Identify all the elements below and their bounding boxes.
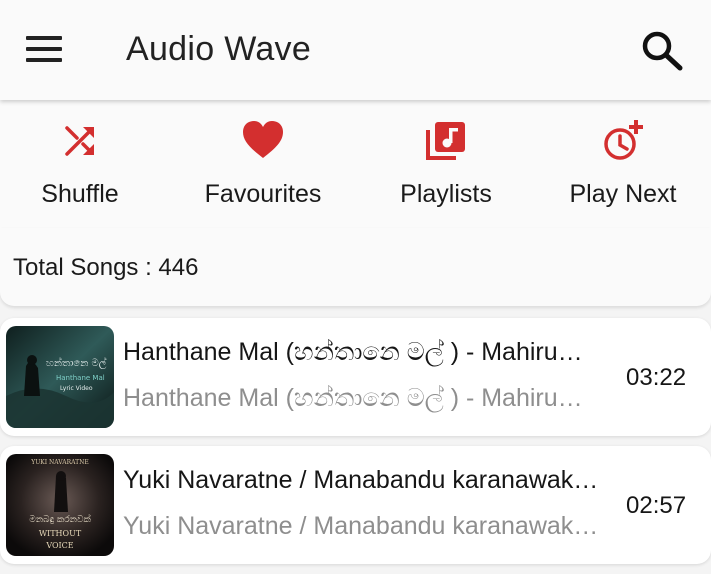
- album-art: YUKI NAVARATNE මනබඳු කරනවක් WITHOUT VOIC…: [6, 454, 114, 556]
- total-songs-text: Total Songs : 446: [13, 254, 199, 281]
- album-art-tag: Lyric Video: [60, 385, 93, 392]
- shuffle-icon: [65, 126, 94, 156]
- search-icon[interactable]: [638, 28, 686, 72]
- album-art-title: හන්තානෙ මල්: [46, 356, 107, 369]
- playlists-button[interactable]: Playlists: [385, 100, 507, 228]
- app-title: Audio Wave: [126, 30, 312, 68]
- song-artist: Hanthane Mal (හන්තානෙ මල් ) - Mahiru…: [123, 384, 583, 412]
- song-duration: 03:22: [626, 364, 687, 391]
- total-songs-header: Total Songs : 446: [0, 228, 711, 306]
- playlist-icon: [426, 122, 465, 160]
- album-art-subtitle: WITHOUT: [39, 529, 82, 538]
- favourites-button[interactable]: Favourites: [193, 100, 333, 228]
- clock-plus-icon: [604, 120, 643, 160]
- song-title: Yuki Navaratne / Manabandu karanawak…: [123, 466, 599, 494]
- play-next-button[interactable]: Play Next: [558, 100, 688, 228]
- playlists-label: Playlists: [400, 180, 492, 208]
- album-art-tag: VOICE: [45, 541, 73, 550]
- song-list-item[interactable]: හන්තානෙ මල් Hanthane Mal Lyric Video Han…: [0, 318, 711, 436]
- song-artist: Yuki Navaratne / Manabandu karanawak…: [123, 512, 599, 540]
- album-art-subtitle: Hanthane Mal: [56, 374, 105, 382]
- quick-actions: Shuffle Favourites Playlists Play Next: [0, 100, 711, 228]
- album-art-title: මනබඳු කරනවක්: [29, 514, 91, 525]
- heart-icon: [243, 121, 283, 158]
- song-duration: 02:57: [626, 492, 687, 519]
- app-bar: Audio Wave: [0, 0, 711, 100]
- song-list-item[interactable]: YUKI NAVARATNE මනබඳු කරනවක් WITHOUT VOIC…: [0, 446, 711, 564]
- album-art: හන්තානෙ මල් Hanthane Mal Lyric Video: [6, 326, 114, 428]
- hamburger-menu-icon[interactable]: [26, 36, 62, 64]
- play-next-label: Play Next: [569, 180, 677, 208]
- shuffle-button[interactable]: Shuffle: [20, 100, 140, 228]
- song-title: Hanthane Mal (හන්තානෙ මල් ) - Mahiru…: [123, 338, 583, 366]
- album-art-artist: YUKI NAVARATNE: [30, 459, 88, 466]
- shuffle-label: Shuffle: [41, 180, 119, 208]
- favourites-label: Favourites: [204, 180, 322, 208]
